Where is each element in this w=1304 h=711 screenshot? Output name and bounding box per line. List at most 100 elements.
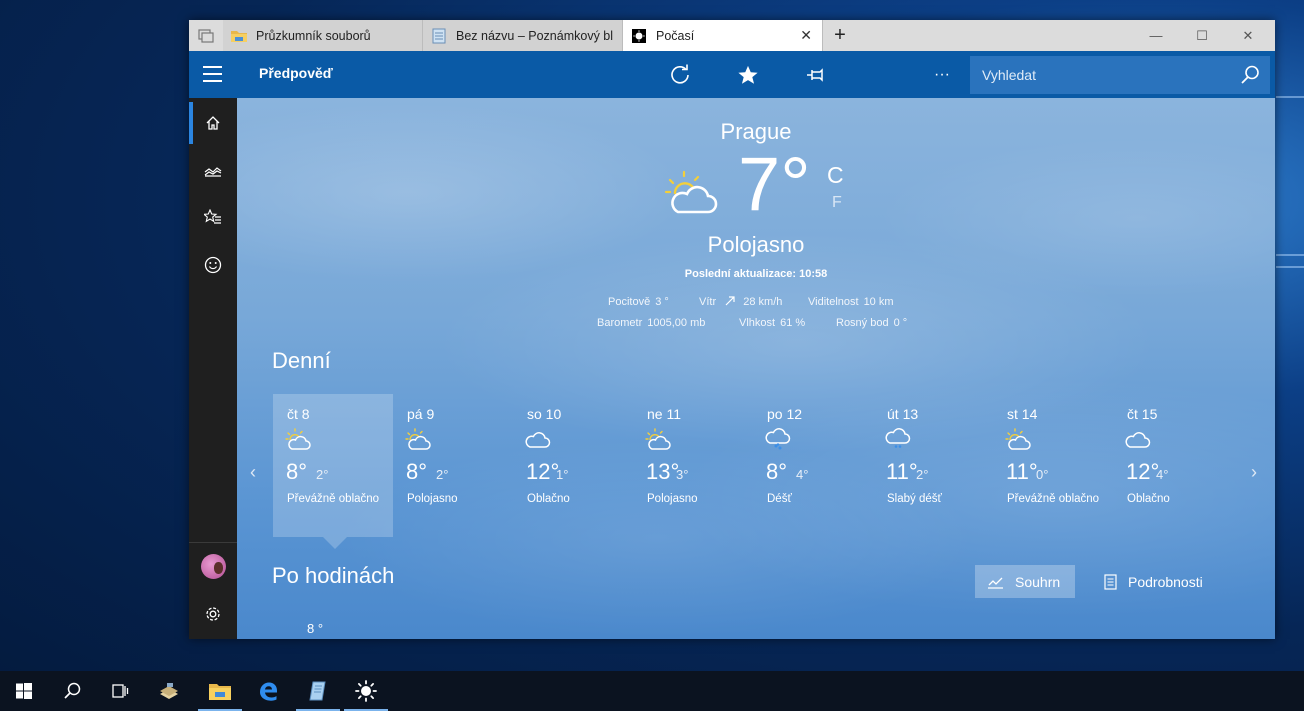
- day-name: so 10: [527, 406, 562, 422]
- start-button[interactable]: [0, 671, 48, 711]
- day-card[interactable]: čt 15 12° 4° Oblačno: [1113, 394, 1233, 537]
- day-low: 4°: [796, 467, 809, 482]
- day-condition: Oblačno: [527, 493, 570, 505]
- more-icon[interactable]: ···: [929, 62, 955, 88]
- day-low: 0°: [1036, 467, 1049, 482]
- day-name: po 12: [767, 406, 803, 422]
- books-app-icon: [160, 683, 178, 699]
- day-high: 8°: [286, 459, 308, 484]
- day-card[interactable]: po 12 8° 4° Déšť: [753, 394, 873, 537]
- day-card[interactable]: so 10 12° 1° Oblačno: [513, 394, 633, 537]
- day-low: 2°: [316, 467, 329, 482]
- sidebar-nav: [189, 98, 237, 639]
- day-card[interactable]: út 13 11° 2° Slabý déšť: [873, 394, 993, 537]
- search-input[interactable]: [982, 67, 1222, 83]
- tab-weather[interactable]: Počasí ✕: [623, 20, 823, 51]
- light-rain-icon: [885, 428, 911, 448]
- day-name: pá 9: [407, 406, 435, 422]
- day-condition: Slabý déšť: [887, 493, 942, 505]
- day-card[interactable]: st 14 11° 0° Převážně oblačno: [993, 394, 1113, 537]
- file-explorer-icon: [209, 684, 231, 700]
- partly-cloudy-icon: [645, 428, 671, 450]
- search-icon[interactable]: [1240, 65, 1260, 85]
- sidebar-item-forecast[interactable]: [189, 100, 237, 146]
- search-box: [970, 56, 1270, 94]
- favorite-star-icon[interactable]: [735, 62, 761, 88]
- tab-label: Počasí: [656, 28, 695, 43]
- tab-bar: Průzkumník souborů Bez názvu – Poznámkov…: [189, 20, 1275, 51]
- details-button[interactable]: Podrobnosti: [1092, 565, 1224, 598]
- day-name: ne 11: [647, 406, 681, 422]
- tab-overview-button[interactable]: [189, 20, 223, 51]
- partly-cloudy-icon: [664, 170, 718, 214]
- task-view-button[interactable]: [96, 671, 144, 711]
- sidebar-item-historical[interactable]: [189, 147, 237, 193]
- desktop-light-ray: [1276, 254, 1304, 256]
- day-card[interactable]: pá 9 8° 2° Polojasno: [393, 394, 513, 537]
- tab-label: Bez názvu – Poznámkový bl: [456, 28, 614, 43]
- current-temperature-block: 7° C F: [664, 146, 924, 228]
- day-high: 12°: [526, 459, 560, 484]
- refresh-icon[interactable]: [667, 62, 693, 88]
- current-condition: Polojasno: [707, 232, 805, 257]
- weather-app-icon: [632, 28, 646, 43]
- new-tab-button[interactable]: +: [823, 20, 857, 51]
- edge-browser-icon: [260, 682, 277, 701]
- tab-file-explorer[interactable]: Průzkumník souborů: [223, 20, 423, 51]
- hourly-temperature: 8 °: [307, 621, 324, 636]
- sidebar-divider: [189, 542, 237, 543]
- close-tab-button[interactable]: ✕: [800, 27, 812, 44]
- taskbar-edge-browser[interactable]: [244, 671, 292, 711]
- taskbar-weather-app[interactable]: [342, 671, 390, 711]
- sidebar-item-favorites[interactable]: [189, 194, 237, 240]
- taskbar-file-explorer[interactable]: [196, 671, 244, 711]
- day-condition: Déšť: [767, 493, 792, 505]
- rain-icon: [765, 428, 791, 450]
- day-high: 12°: [1126, 459, 1160, 484]
- home-icon: [206, 116, 220, 130]
- day-name: čt 15: [1127, 406, 1158, 422]
- day-low: 2°: [916, 467, 929, 482]
- day-card[interactable]: ne 11 13° 3° Polojasno: [633, 394, 753, 537]
- taskbar-books-app[interactable]: [145, 671, 193, 711]
- partly-cloudy-icon: [1005, 428, 1031, 450]
- wind-detail: Vítr 28 km/h: [699, 296, 783, 308]
- desktop-light-ray: [1276, 266, 1304, 268]
- close-window-button[interactable]: ✕: [1225, 20, 1271, 51]
- day-low: 4°: [1156, 467, 1169, 482]
- forecast-content: Prague 7° C F Polojasno Poslední aktuali…: [237, 98, 1275, 639]
- menu-hamburger-icon[interactable]: [203, 66, 222, 87]
- day-card[interactable]: čt 8 8° 2° Převážně oblačno: [273, 394, 393, 549]
- taskbar-search-button[interactable]: [48, 671, 96, 711]
- sidebar-item-feedback[interactable]: [189, 242, 237, 288]
- visibility-detail: Viditelnost 10 km: [808, 296, 894, 308]
- scroll-left-arrow-icon[interactable]: ‹: [250, 462, 256, 483]
- unit-celsius-toggle[interactable]: C: [827, 162, 844, 189]
- maximize-button[interactable]: ☐: [1179, 20, 1225, 51]
- humidity-detail: Vlhkost 61 %: [739, 317, 806, 329]
- line-chart-icon: [988, 577, 1003, 589]
- avatar[interactable]: [201, 554, 226, 579]
- summary-button[interactable]: Souhrn: [975, 565, 1075, 598]
- wind-direction-icon: [725, 296, 735, 306]
- app-bar: Předpověď ···: [189, 51, 1275, 98]
- cloudy-icon: [525, 432, 551, 448]
- day-high: 13°: [646, 459, 680, 484]
- dew-point-detail: Rosný bod 0 °: [836, 317, 908, 329]
- unit-fahrenheit-toggle[interactable]: F: [832, 194, 842, 212]
- page-title: Předpověď: [259, 65, 333, 81]
- details-list-icon: [1104, 573, 1117, 590]
- scroll-right-arrow-icon[interactable]: ›: [1251, 462, 1257, 483]
- pin-icon[interactable]: [803, 62, 829, 88]
- day-low: 2°: [436, 467, 449, 482]
- day-low: 1°: [556, 467, 569, 482]
- feels-like-detail: Pocitově 3 °: [608, 296, 669, 308]
- sidebar-item-settings[interactable]: [189, 591, 237, 637]
- dark-mode-icon[interactable]: [871, 62, 897, 88]
- day-condition: Polojasno: [647, 493, 698, 505]
- minimize-button[interactable]: —: [1133, 20, 1179, 51]
- favorites-icon: [204, 209, 221, 224]
- tab-notepad[interactable]: Bez názvu – Poznámkový bl: [423, 20, 623, 51]
- taskbar-notepad[interactable]: [294, 671, 342, 711]
- partly-cloudy-icon: [285, 428, 311, 450]
